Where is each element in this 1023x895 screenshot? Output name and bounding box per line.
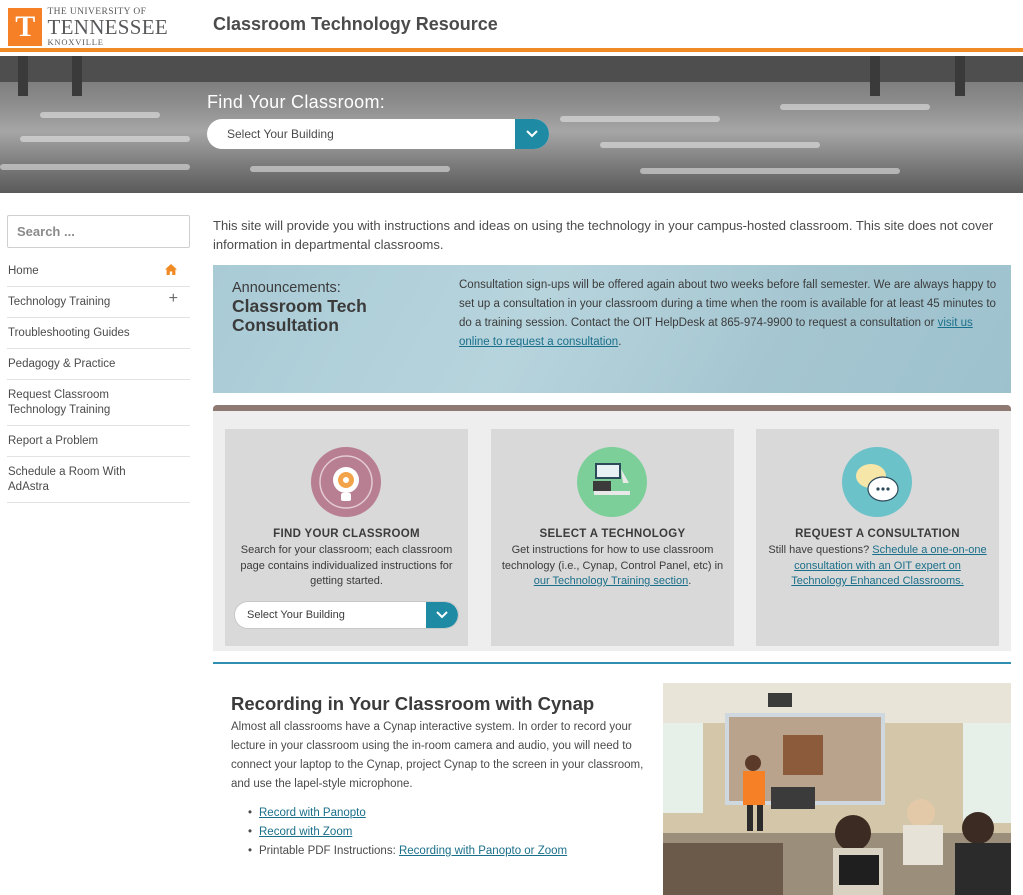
section-divider <box>213 662 1011 664</box>
record-zoom-link[interactable]: Record with Zoom <box>259 826 352 838</box>
hero-desk <box>40 112 160 118</box>
sidebar-item-label: Report a Problem <box>8 435 99 447</box>
hero-desk <box>20 136 190 142</box>
sidebar-item-label: Troubleshooting Guides <box>8 327 130 339</box>
classroom-photo <box>663 683 1011 895</box>
sidebar-item-label: Pedagogy & Practice <box>8 358 116 370</box>
hero-desk <box>560 116 720 122</box>
card-text-body: Still have questions? <box>768 544 873 556</box>
cynap-links-list: Record with Panopto Record with Zoom Pri… <box>248 804 567 861</box>
card-text-tail: . <box>688 575 692 587</box>
card-text-body: Get instructions for how to use classroo… <box>501 544 724 572</box>
card-request-consultation: REQUEST A CONSULTATION Still have questi… <box>756 429 999 646</box>
hero-building-select[interactable]: Select Your Building <box>207 119 549 149</box>
hero-label: Find Your Classroom: <box>207 92 386 112</box>
logo-letter: T <box>15 10 36 43</box>
hero-column <box>18 56 28 96</box>
sidebar-item-label: Request Classroom Technology Training <box>8 389 111 416</box>
announcement-body: Consultation sign-ups will be offered ag… <box>459 276 999 352</box>
sidebar-item-label: Home <box>8 265 39 277</box>
chevron-down-icon[interactable] <box>515 119 549 149</box>
hero-desk <box>250 166 450 172</box>
logo-line-2: TENNESSEE <box>47 15 168 39</box>
sidebar-item-label: Schedule a Room With AdAstra <box>8 466 126 493</box>
sidebar-item-report-problem[interactable]: Report a Problem <box>7 426 190 457</box>
hero-column <box>72 56 82 96</box>
sidebar-item-request-training[interactable]: Request Classroom Technology Training <box>7 380 190 426</box>
site-title[interactable]: Classroom Technology Resource <box>213 14 498 35</box>
card-building-select[interactable]: Select Your Building <box>234 601 459 629</box>
announcement-text: Consultation sign-ups will be offered ag… <box>459 279 997 329</box>
announcement-tail: . <box>618 336 622 348</box>
search-placeholder: Search ... <box>17 224 75 239</box>
card-select-technology: SELECT A TECHNOLOGY Get instructions for… <box>491 429 734 646</box>
sidebar-item-home[interactable]: Home <box>7 262 190 287</box>
announcement-title: Classroom Tech Consultation <box>232 296 367 335</box>
university-logo[interactable]: T THE UNIVERSITY OF TENNESSEE KNOXVILLE <box>8 7 168 47</box>
card-title: SELECT A TECHNOLOGY <box>539 528 686 540</box>
list-item: Record with Panopto <box>248 804 567 823</box>
card-text: Get instructions for how to use classroo… <box>501 543 724 590</box>
chat-bubbles-icon <box>842 447 912 517</box>
hero-desk <box>0 164 190 170</box>
sidebar-item-schedule-room[interactable]: Schedule a Room With AdAstra <box>7 457 190 503</box>
announcement-banner: Announcements: Classroom Tech Consultati… <box>213 265 1011 393</box>
list-item: Printable PDF Instructions: Recording wi… <box>248 842 567 861</box>
logo-wordmark: THE UNIVERSITY OF TENNESSEE KNOXVILLE <box>47 7 168 47</box>
hero-desk <box>640 168 900 174</box>
pdf-instructions-link[interactable]: Recording with Panopto or Zoom <box>399 845 567 857</box>
announcement-label: Announcements: <box>232 280 341 296</box>
hero-desk <box>600 142 820 148</box>
card-text: Still have questions? Schedule a one-on-… <box>766 543 989 590</box>
hero-banner: Find Your Classroom: Select Your Buildin… <box>0 56 1023 193</box>
logo-mark: T <box>8 8 43 46</box>
sidebar-item-technology-training[interactable]: Technology Training + <box>7 287 190 318</box>
lightbulb-gear-icon <box>311 447 381 517</box>
card-title: REQUEST A CONSULTATION <box>795 528 960 540</box>
chevron-down-icon[interactable] <box>426 602 458 628</box>
sidebar: Search ... Home Technology Training + Tr… <box>7 215 190 503</box>
hero-column <box>955 56 965 96</box>
home-icon <box>165 264 177 279</box>
record-panopto-link[interactable]: Record with Panopto <box>259 807 366 819</box>
classroom-tech-icon <box>577 447 647 517</box>
card-select-value: Select Your Building <box>247 609 345 621</box>
sidebar-nav: Home Technology Training + Troubleshooti… <box>7 262 190 503</box>
hero-select-value: Select Your Building <box>227 127 334 141</box>
feature-cards: FIND YOUR CLASSROOM Search for your clas… <box>213 405 1011 651</box>
intro-text: This site will provide you with instruct… <box>213 218 994 252</box>
card-title: FIND YOUR CLASSROOM <box>273 528 420 540</box>
plus-icon[interactable]: + <box>169 291 178 307</box>
sidebar-item-pedagogy[interactable]: Pedagogy & Practice <box>7 349 190 380</box>
pdf-instructions-prefix: Printable PDF Instructions: <box>259 845 399 857</box>
technology-training-link[interactable]: our Technology Training section <box>534 575 689 587</box>
cynap-section-text: Almost all classrooms have a Cynap inter… <box>231 721 644 790</box>
sidebar-item-troubleshooting[interactable]: Troubleshooting Guides <box>7 318 190 349</box>
logo-line-3: KNOXVILLE <box>47 37 104 47</box>
card-text: Search for your classroom; each classroo… <box>240 544 453 587</box>
search-input[interactable]: Search ... <box>7 215 190 248</box>
sidebar-item-label: Technology Training <box>8 296 111 308</box>
cynap-section-title: Recording in Your Classroom with Cynap <box>231 693 595 714</box>
card-find-classroom: FIND YOUR CLASSROOM Search for your clas… <box>225 429 468 646</box>
list-item: Record with Zoom <box>248 823 567 842</box>
site-header: T THE UNIVERSITY OF TENNESSEE KNOXVILLE … <box>0 0 1023 52</box>
hero-desk <box>780 104 930 110</box>
hero-column <box>870 56 880 96</box>
